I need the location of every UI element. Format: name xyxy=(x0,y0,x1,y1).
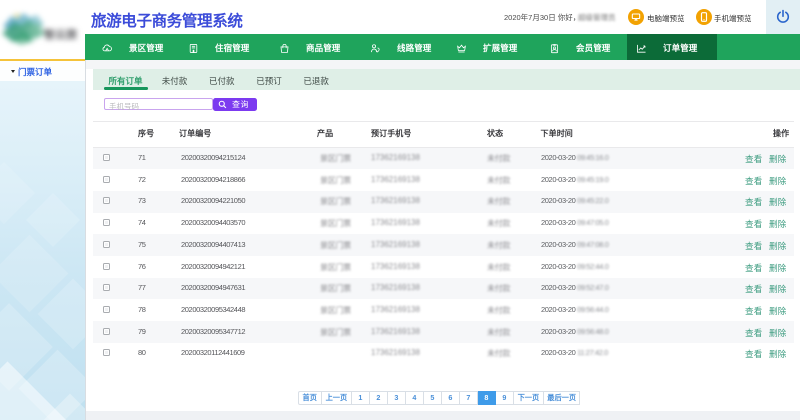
svg-text:智云旅: 智云旅 xyxy=(44,27,77,41)
